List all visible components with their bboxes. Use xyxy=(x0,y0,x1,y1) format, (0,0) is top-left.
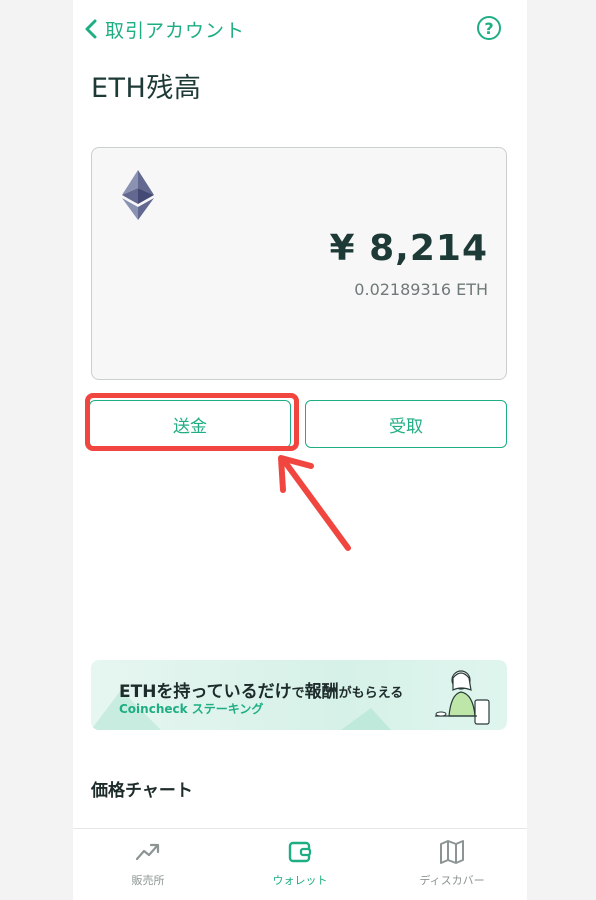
person-illustration-icon xyxy=(435,670,490,725)
banner-subtitle: Coincheck ステーキング xyxy=(119,702,264,716)
fiat-balance: ¥ 8,214 xyxy=(329,228,488,269)
tab-bar: 販売所 ウォレット ディスカバー xyxy=(73,828,527,900)
banner-title: ETHを持っているだけで報酬がもらえる xyxy=(119,677,403,702)
help-button[interactable]: ? xyxy=(477,16,501,40)
tab-exchange[interactable]: 販売所 xyxy=(73,839,223,895)
staking-banner[interactable]: ETHを持っているだけで報酬がもらえる Coincheck ステーキング xyxy=(91,660,507,730)
receive-button[interactable]: 受取 xyxy=(305,400,507,448)
receive-label: 受取 xyxy=(389,416,423,437)
tab-exchange-label: 販売所 xyxy=(131,874,165,887)
tab-wallet[interactable]: ウォレット xyxy=(225,839,375,895)
map-icon xyxy=(440,840,464,864)
screen: 取引アカウント ? ETH残高 ¥ 8,214 0.02189316 ETH 送… xyxy=(73,0,527,900)
tab-discover-label: ディスカバー xyxy=(419,874,485,887)
balance-card: ¥ 8,214 0.02189316 ETH xyxy=(91,147,507,380)
banner-title-part4: がもらえる xyxy=(338,686,404,701)
pointer-arrow-icon xyxy=(278,455,351,551)
highlight-box xyxy=(85,393,299,451)
help-icon: ? xyxy=(484,18,494,38)
back-label: 取引アカウント xyxy=(105,19,246,42)
banner-title-part1: ETHを持っているだけ xyxy=(119,682,292,702)
chevron-left-icon xyxy=(85,19,97,39)
wallet-icon xyxy=(288,841,312,863)
page-title: ETH残高 xyxy=(91,73,202,104)
banner-title-part2: で xyxy=(291,686,305,701)
trend-icon xyxy=(135,843,160,861)
crypto-balance: 0.02189316 ETH xyxy=(354,280,488,299)
banner-title-part3: 報酬 xyxy=(304,682,339,702)
back-button[interactable]: 取引アカウント xyxy=(83,14,245,44)
tab-wallet-label: ウォレット xyxy=(272,874,328,887)
tab-discover[interactable]: ディスカバー xyxy=(377,839,527,895)
ethereum-icon xyxy=(122,170,154,220)
price-chart-title: 価格チャート xyxy=(91,781,193,801)
header: 取引アカウント ? xyxy=(73,0,527,58)
